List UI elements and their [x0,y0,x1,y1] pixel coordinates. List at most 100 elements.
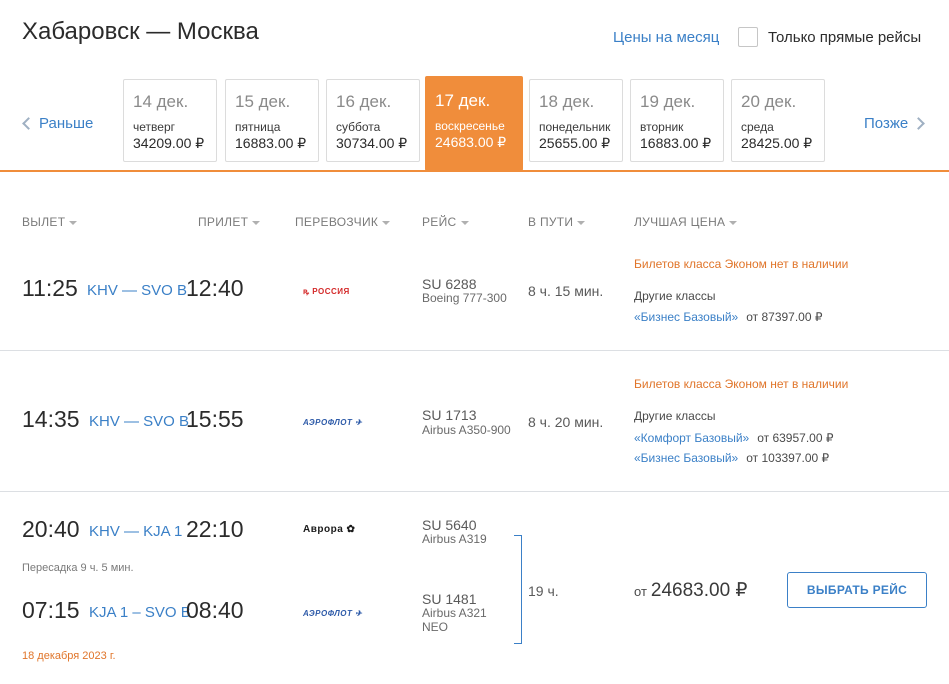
col-arrival-label: ПРИЛЕТ [198,215,249,229]
date-tab-price: 16883.00 ₽ [640,135,712,151]
col-best-price-label: ЛУЧШАЯ ЦЕНА [634,215,726,229]
date-tab-14[interactable]: 14 дек. четверг 34209.00 ₽ [123,79,217,162]
no-economy-notice: Билетов класса Эконом нет в наличии [634,257,849,271]
carrier-logo-text: РОССИЯ [312,287,350,296]
transfer-info: Пересадка 9 ч. 5 мин. [22,562,134,574]
date-tab-price: 34209.00 ₽ [133,135,205,151]
flight-duration: 8 ч. 15 мин. [528,283,604,299]
col-flight-sort[interactable]: РЕЙС [422,215,469,229]
date-tab-18[interactable]: 18 дек. понедельник 25655.00 ₽ [529,79,623,162]
later-dates-button[interactable]: Позже [864,115,926,132]
other-classes-label: Другие классы [634,289,716,303]
flight-number: SU 1481 [422,591,477,607]
connection-bracket [514,535,522,644]
date-tab-date: 16 дек. [336,92,392,111]
row-divider [0,491,949,492]
col-carrier-label: ПЕРЕВОЗЧИК [295,215,379,229]
departure-time: 11:25 [22,275,78,301]
row-divider [0,350,949,351]
date-tab-19[interactable]: 19 дек. вторник 16883.00 ₽ [630,79,724,162]
aircraft-type: Boeing 777-300 [422,291,507,305]
no-economy-notice: Билетов класса Эконом нет в наличии [634,377,849,391]
date-tab-price: 28425.00 ₽ [741,135,813,151]
earlier-dates-button[interactable]: Раньше [22,115,94,132]
avrora-logo: Аврора ✿ [303,524,355,535]
date-tab-15[interactable]: 15 дек. пятница 16883.00 ₽ [225,79,319,162]
chevron-right-icon [912,117,926,130]
sort-caret-icon [577,220,586,225]
arrival-time: 08:40 [186,597,244,623]
rossiya-logo: ꝶ РОССИЯ [303,286,350,297]
direct-flights-checkbox[interactable] [738,27,758,47]
aeroflot-logo: АЭРОФЛОТ ✈ [303,418,362,427]
col-departure-sort[interactable]: ВЫЛЕТ [22,215,78,229]
date-tab-16[interactable]: 16 дек. суббота 30734.00 ₽ [326,79,420,162]
total-price: от 24683.00 ₽ [634,579,748,602]
fare-business-link[interactable]: «Бизнес Базовый» [634,451,738,465]
aeroflot-wing-icon: ✈ [352,609,363,618]
sort-caret-icon [729,220,738,225]
other-classes-label: Другие классы [634,409,716,423]
earlier-label: Раньше [39,115,94,132]
fare-price: от 87397.00 ₽ [746,310,823,324]
route-airports: KHV — SVO B [89,413,190,430]
carrier-logo-text: Аврора [303,524,344,535]
flight-number: SU 6288 [422,276,477,292]
fare-price: от 103397.00 ₽ [746,451,830,465]
date-tab-weekday: четверг [133,120,175,134]
departure-time: 20:40 [22,516,80,542]
later-label: Позже [864,115,909,132]
fare-option: «Бизнес Базовый» от 103397.00 ₽ [634,451,829,465]
date-strip-underline [0,170,949,172]
aircraft-type: Airbus A350-900 [422,423,511,437]
aeroflot-wing-icon: ✈ [352,418,363,427]
aircraft-type-line2: NEO [422,620,449,634]
col-arrival-sort[interactable]: ПРИЛЕТ [198,215,261,229]
price-amount: 24683.00 ₽ [650,580,748,601]
col-best-price-sort[interactable]: ЛУЧШАЯ ЦЕНА [634,215,738,229]
sort-caret-icon [382,220,391,225]
departure-time: 14:35 [22,406,80,432]
date-tab-price: 25655.00 ₽ [539,135,611,151]
route-airports: KHV — KJA 1 [89,523,183,540]
page-title: Хабаровск — Москва [22,18,259,45]
avrora-emblem-icon: ✿ [343,524,356,535]
col-carrier-sort[interactable]: ПЕРЕВОЗЧИК [295,215,391,229]
date-tab-weekday: среда [741,120,774,134]
select-flight-button[interactable]: ВЫБРАТЬ РЕЙС [787,572,927,608]
flight-duration: 8 ч. 20 мин. [528,414,604,430]
date-tab-weekday: понедельник [539,120,611,134]
aircraft-type-line1: Airbus A321 [422,606,487,620]
fare-business-link[interactable]: «Бизнес Базовый» [634,310,738,324]
departure-time: 07:15 [22,597,80,623]
date-tab-price: 24683.00 ₽ [435,134,507,150]
arrival-date-note: 18 декабря 2023 г. [22,650,116,662]
date-tab-price: 16883.00 ₽ [235,135,307,151]
arrival-time: 12:40 [186,275,244,301]
date-tab-date: 20 дек. [741,92,797,111]
rossiya-wing-icon: ꝶ [303,287,313,296]
fare-option: «Комфорт Базовый» от 63957.00 ₽ [634,431,833,445]
flight-number: SU 5640 [422,517,477,533]
fare-option: «Бизнес Базовый» от 87397.00 ₽ [634,310,823,324]
date-tab-date: 14 дек. [133,92,189,111]
direct-flights-label[interactable]: Только прямые рейсы [768,29,921,46]
flight-duration: 19 ч. [528,583,559,599]
chevron-left-icon [22,117,35,130]
route-airports: KJA 1 – SVO B [89,604,191,621]
carrier-logo-text: АЭРОФЛОТ [303,418,353,427]
col-duration-sort[interactable]: В ПУТИ [528,215,586,229]
sort-caret-icon [460,220,469,225]
carrier-logo-text: АЭРОФЛОТ [303,609,353,618]
date-tab-20[interactable]: 20 дек. среда 28425.00 ₽ [731,79,825,162]
month-prices-link[interactable]: Цены на месяц [613,29,719,46]
col-departure-label: ВЫЛЕТ [22,215,66,229]
col-duration-label: В ПУТИ [528,215,574,229]
date-tab-17-selected[interactable]: 17 дек. воскресенье 24683.00 ₽ [425,76,523,171]
arrival-time: 22:10 [186,516,244,542]
date-tab-date: 18 дек. [539,92,595,111]
arrival-time: 15:55 [186,406,244,432]
flight-number: SU 1713 [422,407,477,423]
date-tab-date: 17 дек. [435,91,491,110]
fare-comfort-link[interactable]: «Комфорт Базовый» [634,431,749,445]
